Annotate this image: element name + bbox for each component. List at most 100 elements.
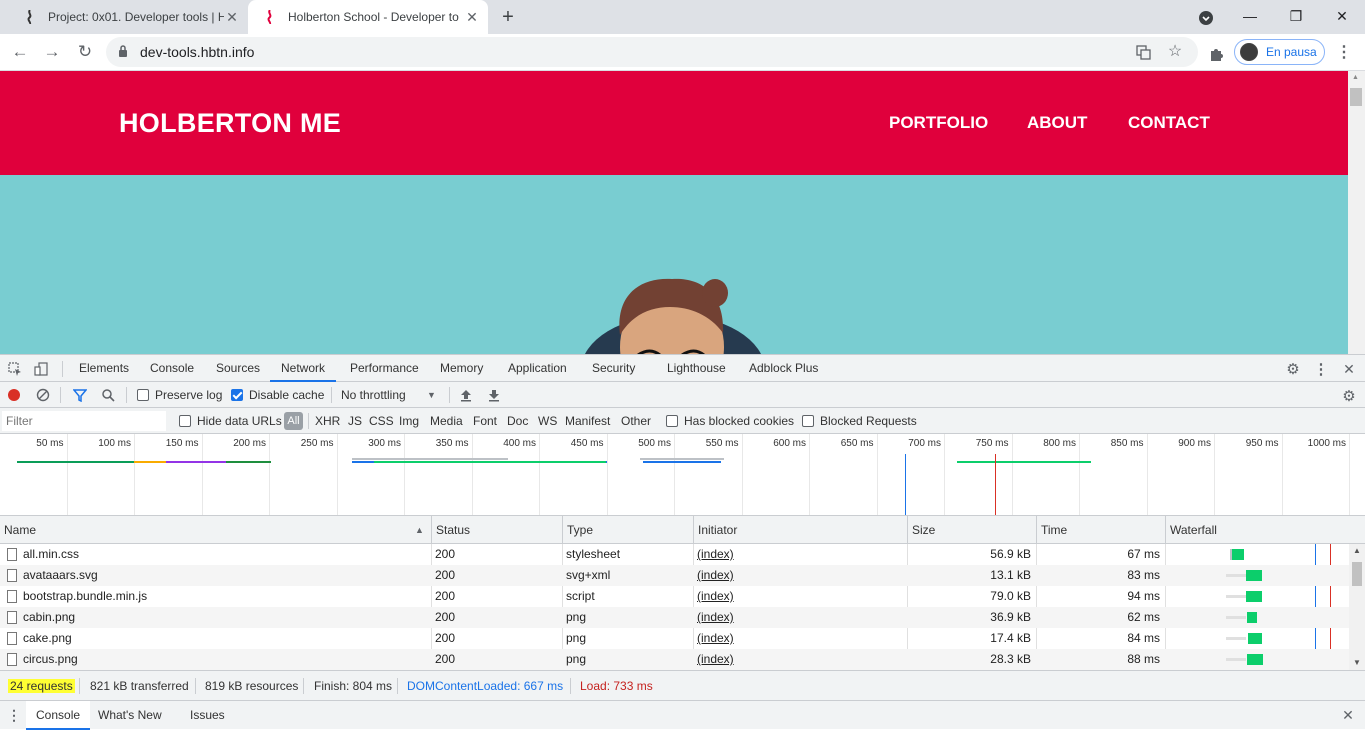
column-type[interactable]: Type [562, 516, 693, 544]
forward-icon[interactable]: → [38, 38, 66, 66]
site-brand[interactable]: HOLBERTON ME [119, 108, 341, 139]
table-row[interactable]: circus.png 200 png (index) 28.3 kB 88 ms [0, 649, 1349, 670]
back-icon[interactable]: ← [6, 38, 34, 66]
extensions-puzzle-icon[interactable] [1206, 43, 1226, 63]
hide-data-urls-checkbox[interactable] [179, 415, 191, 427]
preserve-log-checkbox[interactable] [137, 389, 149, 401]
request-name[interactable]: circus.png [23, 649, 423, 670]
request-name[interactable]: cabin.png [23, 607, 423, 628]
column-time[interactable]: Time [1036, 516, 1165, 544]
drawer-tab-console[interactable]: Console [26, 701, 91, 730]
type-filter-all[interactable]: All [284, 412, 303, 430]
tab-network[interactable]: Network [270, 355, 337, 382]
tab-application[interactable]: Application [508, 355, 567, 382]
close-devtools-icon[interactable]: ✕ [1340, 360, 1358, 378]
column-size[interactable]: Size [907, 516, 1036, 544]
devtools-menu-icon[interactable]: ⋮ [1312, 360, 1330, 378]
translate-icon[interactable] [1134, 43, 1152, 61]
tab-console[interactable]: Console [150, 355, 194, 382]
profile-button[interactable]: En pausa [1234, 39, 1325, 65]
browser-tab-holberton[interactable]: Holberton School - Developer to ✕ [248, 0, 488, 34]
scrollbar-thumb[interactable] [1350, 88, 1362, 106]
column-status[interactable]: Status [431, 516, 562, 544]
record-icon[interactable] [7, 388, 21, 402]
scrollbar-thumb[interactable] [1352, 562, 1362, 586]
type-filter-css[interactable]: CSS [369, 408, 394, 434]
nav-portfolio-link[interactable]: PORTFOLIO [889, 113, 988, 133]
device-toolbar-icon[interactable] [32, 360, 50, 378]
column-waterfall[interactable]: Waterfall [1165, 516, 1365, 544]
nav-contact-link[interactable]: CONTACT [1128, 113, 1210, 133]
close-drawer-icon[interactable]: ✕ [1340, 707, 1356, 723]
close-window-icon[interactable]: ✕ [1319, 0, 1365, 32]
export-har-icon[interactable] [487, 388, 501, 402]
close-tab-icon[interactable]: ✕ [224, 9, 240, 26]
settings-gear-icon[interactable]: ⚙ [1284, 360, 1302, 378]
request-name[interactable]: bootstrap.bundle.min.js [23, 586, 423, 607]
close-tab-icon[interactable]: ✕ [464, 9, 480, 26]
restore-window-icon[interactable]: ❐ [1273, 0, 1319, 32]
network-overview-timeline[interactable]: 50 ms 100 ms 150 ms 200 ms 250 ms 300 ms 350 m… [0, 434, 1365, 516]
tab-search-icon[interactable] [1196, 8, 1216, 28]
request-initiator[interactable]: (index) [697, 544, 897, 565]
browser-tab-project[interactable]: Project: 0x01. Developer tools | H ✕ [8, 0, 248, 34]
type-filter-other[interactable]: Other [621, 408, 651, 434]
request-name[interactable]: cake.png [23, 628, 423, 649]
type-filter-manifest[interactable]: Manifest [565, 408, 610, 434]
tab-security[interactable]: Security [592, 355, 635, 382]
type-filter-font[interactable]: Font [473, 408, 497, 434]
tab-adblock-plus[interactable]: Adblock Plus [749, 355, 818, 382]
import-har-icon[interactable] [459, 388, 473, 402]
request-initiator[interactable]: (index) [697, 649, 897, 670]
scroll-up-arrow-icon[interactable]: ▲ [1353, 546, 1361, 555]
bookmark-star-icon[interactable]: ☆ [1166, 42, 1184, 60]
type-filter-img[interactable]: Img [399, 408, 419, 434]
minimize-window-icon[interactable]: ― [1227, 0, 1273, 32]
tab-sources[interactable]: Sources [216, 355, 260, 382]
table-row[interactable]: cake.png 200 png (index) 17.4 kB 84 ms [0, 628, 1349, 649]
clear-icon[interactable] [36, 388, 50, 402]
search-icon[interactable] [100, 388, 116, 402]
drawer-tab-whats-new[interactable]: What's New [98, 701, 162, 730]
type-filter-media[interactable]: Media [430, 408, 463, 434]
filter-funnel-icon[interactable] [72, 388, 88, 402]
tab-memory[interactable]: Memory [440, 355, 483, 382]
table-row[interactable]: all.min.css 200 stylesheet (index) 56.9 kB 67… [0, 544, 1349, 565]
address-bar[interactable]: dev-tools.hbtn.info ☆ [106, 37, 1198, 67]
request-initiator[interactable]: (index) [697, 628, 897, 649]
request-name[interactable]: all.min.css [23, 544, 423, 565]
blocked-requests-checkbox[interactable] [802, 415, 814, 427]
type-filter-ws[interactable]: WS [538, 408, 557, 434]
type-filter-js[interactable]: JS [348, 408, 362, 434]
request-initiator[interactable]: (index) [697, 607, 897, 628]
tab-performance[interactable]: Performance [350, 355, 419, 382]
tab-elements[interactable]: Elements [79, 355, 129, 382]
tab-lighthouse[interactable]: Lighthouse [667, 355, 726, 382]
page-scrollbar[interactable]: ▲ [1348, 71, 1365, 354]
scroll-down-arrow-icon[interactable]: ▼ [1353, 658, 1361, 667]
reload-icon[interactable]: ↻ [71, 38, 99, 66]
type-filter-xhr[interactable]: XHR [315, 408, 340, 434]
column-name[interactable]: Name ▲ [0, 516, 431, 544]
table-row[interactable]: cabin.png 200 png (index) 36.9 kB 62 ms [0, 607, 1349, 628]
lock-icon[interactable] [118, 44, 136, 60]
table-row[interactable]: bootstrap.bundle.min.js 200 script (index) 7… [0, 586, 1349, 607]
inspect-element-icon[interactable] [6, 360, 24, 378]
table-row[interactable]: avataaars.svg 200 svg+xml (index) 13.1 kB 83 … [0, 565, 1349, 586]
disable-cache-checkbox[interactable] [231, 389, 243, 401]
network-settings-gear-icon[interactable]: ⚙ [1340, 387, 1358, 405]
scroll-up-arrow-icon[interactable]: ▲ [1352, 74, 1359, 81]
filter-input[interactable] [2, 411, 166, 431]
throttling-select[interactable]: No throttling ▼ [341, 382, 441, 408]
request-initiator[interactable]: (index) [697, 586, 897, 607]
nav-about-link[interactable]: ABOUT [1027, 113, 1087, 133]
request-name[interactable]: avataaars.svg [23, 565, 423, 586]
drawer-tab-issues[interactable]: Issues [190, 701, 225, 730]
drawer-menu-icon[interactable]: ⋮ [6, 707, 22, 723]
type-filter-doc[interactable]: Doc [507, 408, 528, 434]
table-scrollbar[interactable]: ▲ ▼ [1349, 544, 1365, 670]
has-blocked-cookies-checkbox[interactable] [666, 415, 678, 427]
new-tab-icon[interactable]: + [496, 5, 520, 29]
browser-menu-icon[interactable]: ⋮ [1334, 42, 1354, 62]
column-initiator[interactable]: Initiator [693, 516, 907, 544]
